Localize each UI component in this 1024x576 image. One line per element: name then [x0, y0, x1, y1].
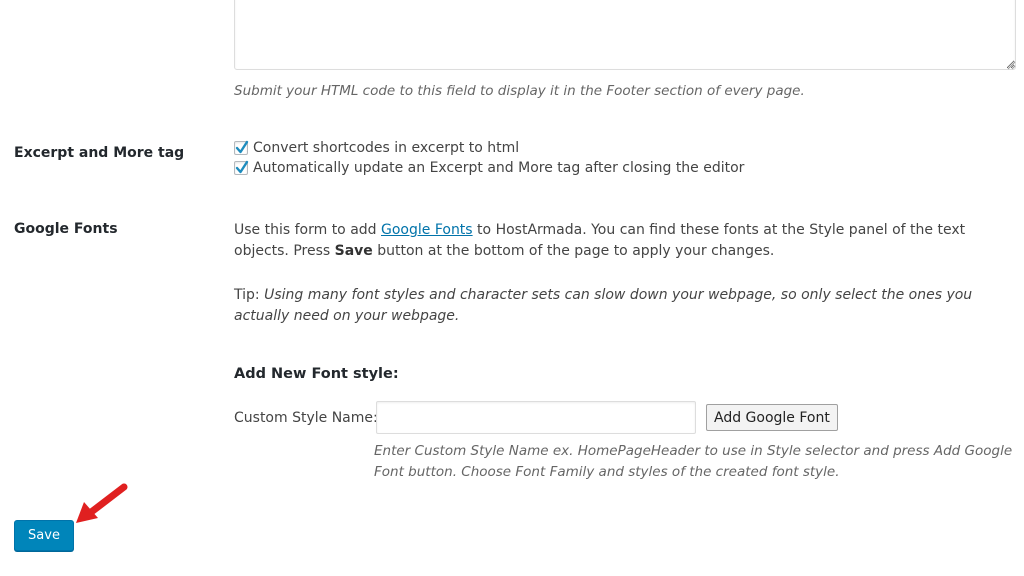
convert-shortcodes-text: Convert shortcodes in excerpt to html	[253, 140, 520, 156]
settings-page: Submit your HTML code to this field to d…	[0, 0, 1024, 576]
intro-suffix: button at the bottom of the page to appl…	[372, 243, 775, 259]
custom-style-name-label: Custom Style Name:	[234, 410, 378, 426]
convert-shortcodes-option[interactable]: Convert shortcodes in excerpt to html	[234, 140, 519, 156]
tip-text: Using many font styles and character set…	[234, 287, 973, 324]
excerpt-label: Excerpt and More tag	[14, 145, 185, 161]
auto-update-excerpt-text: Automatically update an Excerpt and More…	[253, 160, 745, 176]
footer-description: Submit your HTML code to this field to d…	[234, 83, 805, 99]
save-button[interactable]: Save	[14, 520, 74, 551]
intro-save-bold: Save	[334, 243, 373, 259]
google-fonts-label: Google Fonts	[14, 221, 118, 237]
custom-style-description: Enter Custom Style Name ex. HomePageHead…	[374, 443, 1013, 480]
red-arrow-icon	[76, 483, 128, 523]
resize-grip-icon[interactable]	[1006, 60, 1016, 70]
google-fonts-tip: Tip: Using many font styles and characte…	[234, 285, 1019, 327]
google-fonts-link[interactable]: Google Fonts	[381, 222, 473, 238]
check-icon	[235, 140, 249, 154]
intro-prefix: Use this form to add	[234, 222, 381, 238]
auto-update-excerpt-option[interactable]: Automatically update an Excerpt and More…	[234, 160, 744, 176]
add-font-style-heading: Add New Font style:	[234, 366, 399, 382]
convert-shortcodes-checkbox[interactable]	[234, 140, 249, 155]
google-fonts-intro: Use this form to add Google Fonts to Hos…	[234, 220, 1019, 262]
tip-prefix: Tip:	[234, 287, 265, 303]
auto-update-excerpt-checkbox[interactable]	[234, 160, 249, 175]
check-icon	[235, 160, 249, 174]
add-google-font-button[interactable]: Add Google Font	[706, 404, 838, 431]
footer-html-textarea[interactable]	[234, 0, 1016, 70]
custom-style-name-input[interactable]	[376, 401, 696, 434]
